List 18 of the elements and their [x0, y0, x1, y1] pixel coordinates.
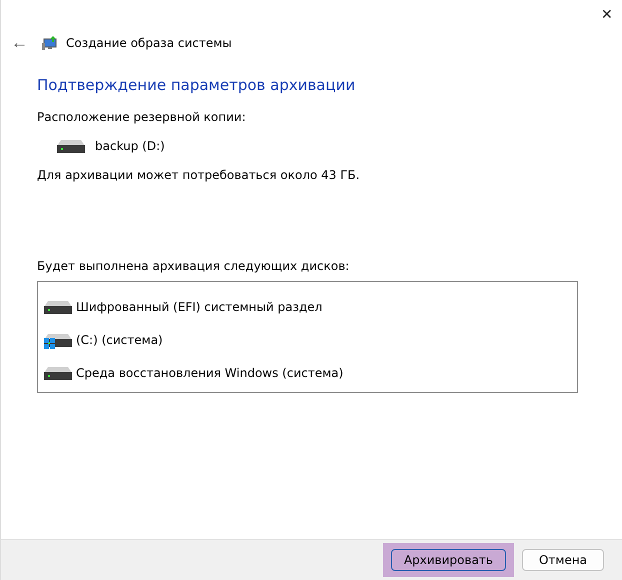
disk-name: (C:) (система)	[76, 332, 163, 346]
space-note: Для архивации может потребоваться около 43 ГБ.	[37, 168, 361, 182]
disk-name: Шифрованный (EFI) системный раздел	[76, 300, 322, 314]
disk-name: Среда восстановления Windows (система)	[76, 366, 344, 380]
cancel-button[interactable]: Отмена	[522, 549, 604, 571]
location-label: Расположение резервной копии:	[37, 110, 247, 124]
drive-icon	[44, 300, 72, 314]
drive-icon	[44, 366, 72, 380]
windows-logo-icon	[44, 338, 55, 348]
location-name: backup (D:)	[95, 139, 165, 153]
window-title: Создание образа системы	[66, 36, 232, 50]
close-button[interactable]: ✕	[592, 0, 622, 28]
monitor-backup-icon	[42, 35, 58, 51]
drive-icon	[57, 139, 85, 153]
back-button[interactable]: ←	[5, 33, 34, 53]
archive-button[interactable]: Архивировать	[390, 549, 506, 571]
disks-label: Будет выполнена архивация следующих дисков:	[37, 259, 350, 273]
page-heading: Подтверждение параметров архивации	[37, 76, 356, 94]
